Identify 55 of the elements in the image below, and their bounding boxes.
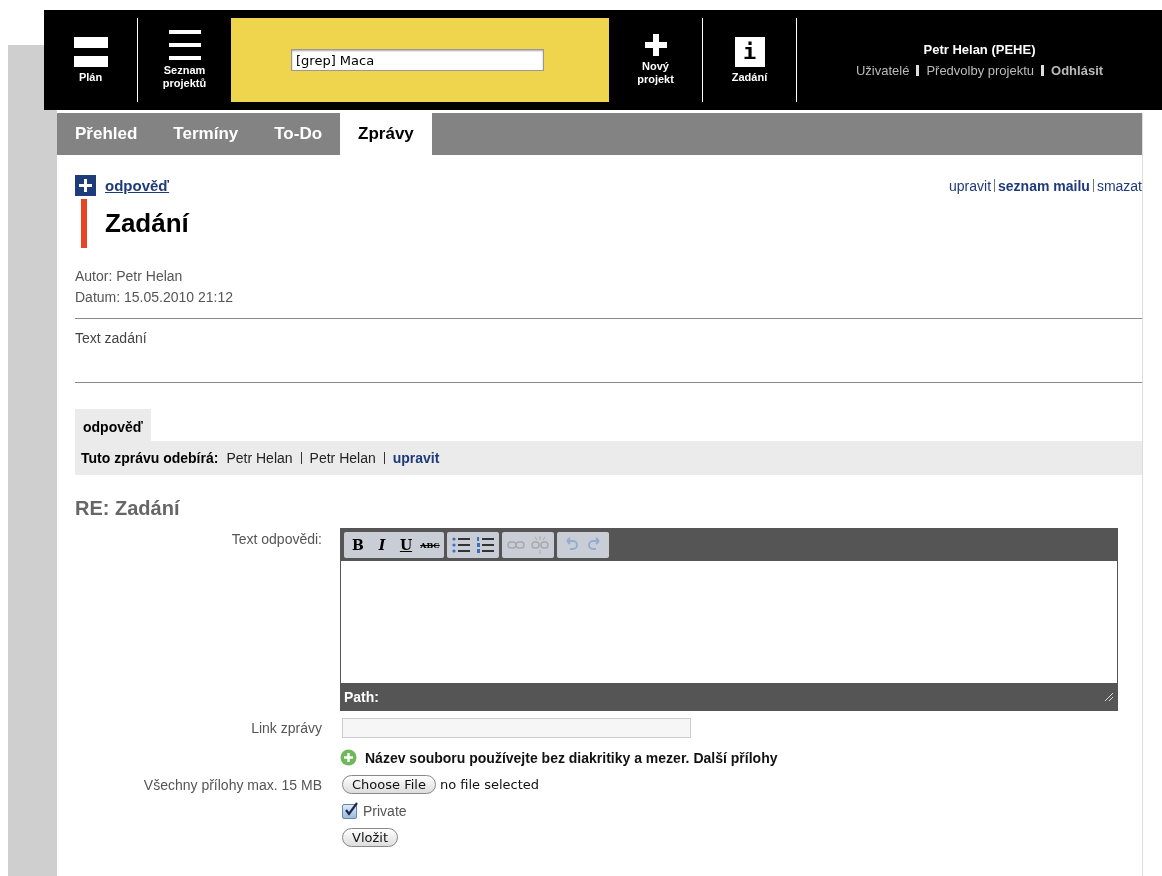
- toolbar-button[interactable]: ABC: [418, 533, 442, 557]
- nav-button[interactable]: i Zadání: [703, 10, 796, 110]
- two-bars-icon: [73, 36, 108, 67]
- input-field[interactable]: [342, 718, 691, 738]
- action-link[interactable]: smazat: [1096, 177, 1142, 194]
- subscriber-name: Petr Helan: [309, 450, 376, 466]
- menu-icon: [168, 30, 201, 60]
- header-link[interactable]: Uživatelé: [855, 63, 910, 78]
- tab[interactable]: Přehled: [57, 113, 156, 155]
- link-icon: [507, 540, 525, 550]
- rich-text-editor[interactable]: B I U ABC Path:: [340, 528, 1118, 711]
- plus-icon: [644, 34, 667, 56]
- author-text: Autor: Petr Helan: [75, 267, 183, 286]
- nav-button[interactable]: Plán: [44, 10, 137, 110]
- tab[interactable]: Termíny: [155, 113, 257, 155]
- info-icon: i: [734, 36, 765, 67]
- action-link[interactable]: seznam mailu: [998, 177, 1090, 194]
- message-title: Zadání: [105, 208, 189, 239]
- path-label: Path:: [344, 688, 379, 705]
- add-icon[interactable]: [75, 175, 96, 196]
- user-name: Petr Helan (PEHE): [923, 42, 1036, 57]
- header-link[interactable]: Předvolby projektu: [926, 63, 1035, 78]
- search-field[interactable]: [grep] Maca: [291, 49, 544, 71]
- nav-button[interactable]: Seznam projektů: [138, 10, 231, 110]
- submit-button[interactable]: Vložit: [342, 828, 398, 847]
- redo-icon: [587, 537, 603, 553]
- edit-link[interactable]: upravit: [392, 450, 440, 466]
- field-label: Všechny přílohy max. 15 MB: [143, 776, 322, 793]
- file-status: no file selected: [439, 777, 540, 792]
- toolbar-button[interactable]: B: [346, 533, 370, 557]
- header-link[interactable]: Odhlásit: [1051, 63, 1104, 78]
- numbered-list-icon: [476, 536, 494, 554]
- choose-file-button[interactable]: Choose File: [342, 775, 436, 794]
- bulleted-list-icon: [452, 536, 470, 554]
- more-attachments-link[interactable]: Další přílohy: [693, 749, 778, 766]
- date-text: Datum: 15.05.2010 21:12: [75, 288, 233, 307]
- subscribers-label: Tuto zprávu odebírá:: [81, 450, 219, 466]
- attachment-note: Název souboru používejte bez diakritiky a mezer.: [365, 749, 690, 766]
- undo-icon: [563, 537, 579, 553]
- checkbox[interactable]: [342, 803, 357, 819]
- toolbar-button[interactable]: U: [394, 533, 418, 557]
- broken-link-icon: [531, 536, 549, 554]
- nav-button[interactable]: Nový projekt: [609, 10, 702, 110]
- action-link[interactable]: upravit: [949, 177, 992, 194]
- toolbar-button[interactable]: I: [370, 533, 394, 557]
- form-title: RE: Zadání: [75, 497, 181, 520]
- tab[interactable]: Zprávy: [340, 113, 432, 155]
- subscriber-name: Petr Helan: [226, 450, 293, 466]
- message-body: Text zadání: [75, 330, 147, 346]
- reply-link[interactable]: odpověď: [105, 177, 170, 194]
- checkbox-label: Private: [363, 803, 407, 819]
- resize-grip-icon[interactable]: [1103, 691, 1114, 702]
- field-label: Link zprávy: [251, 720, 322, 736]
- field-label: Text odpovědi:: [231, 531, 322, 547]
- tab[interactable]: To-Do: [256, 113, 341, 155]
